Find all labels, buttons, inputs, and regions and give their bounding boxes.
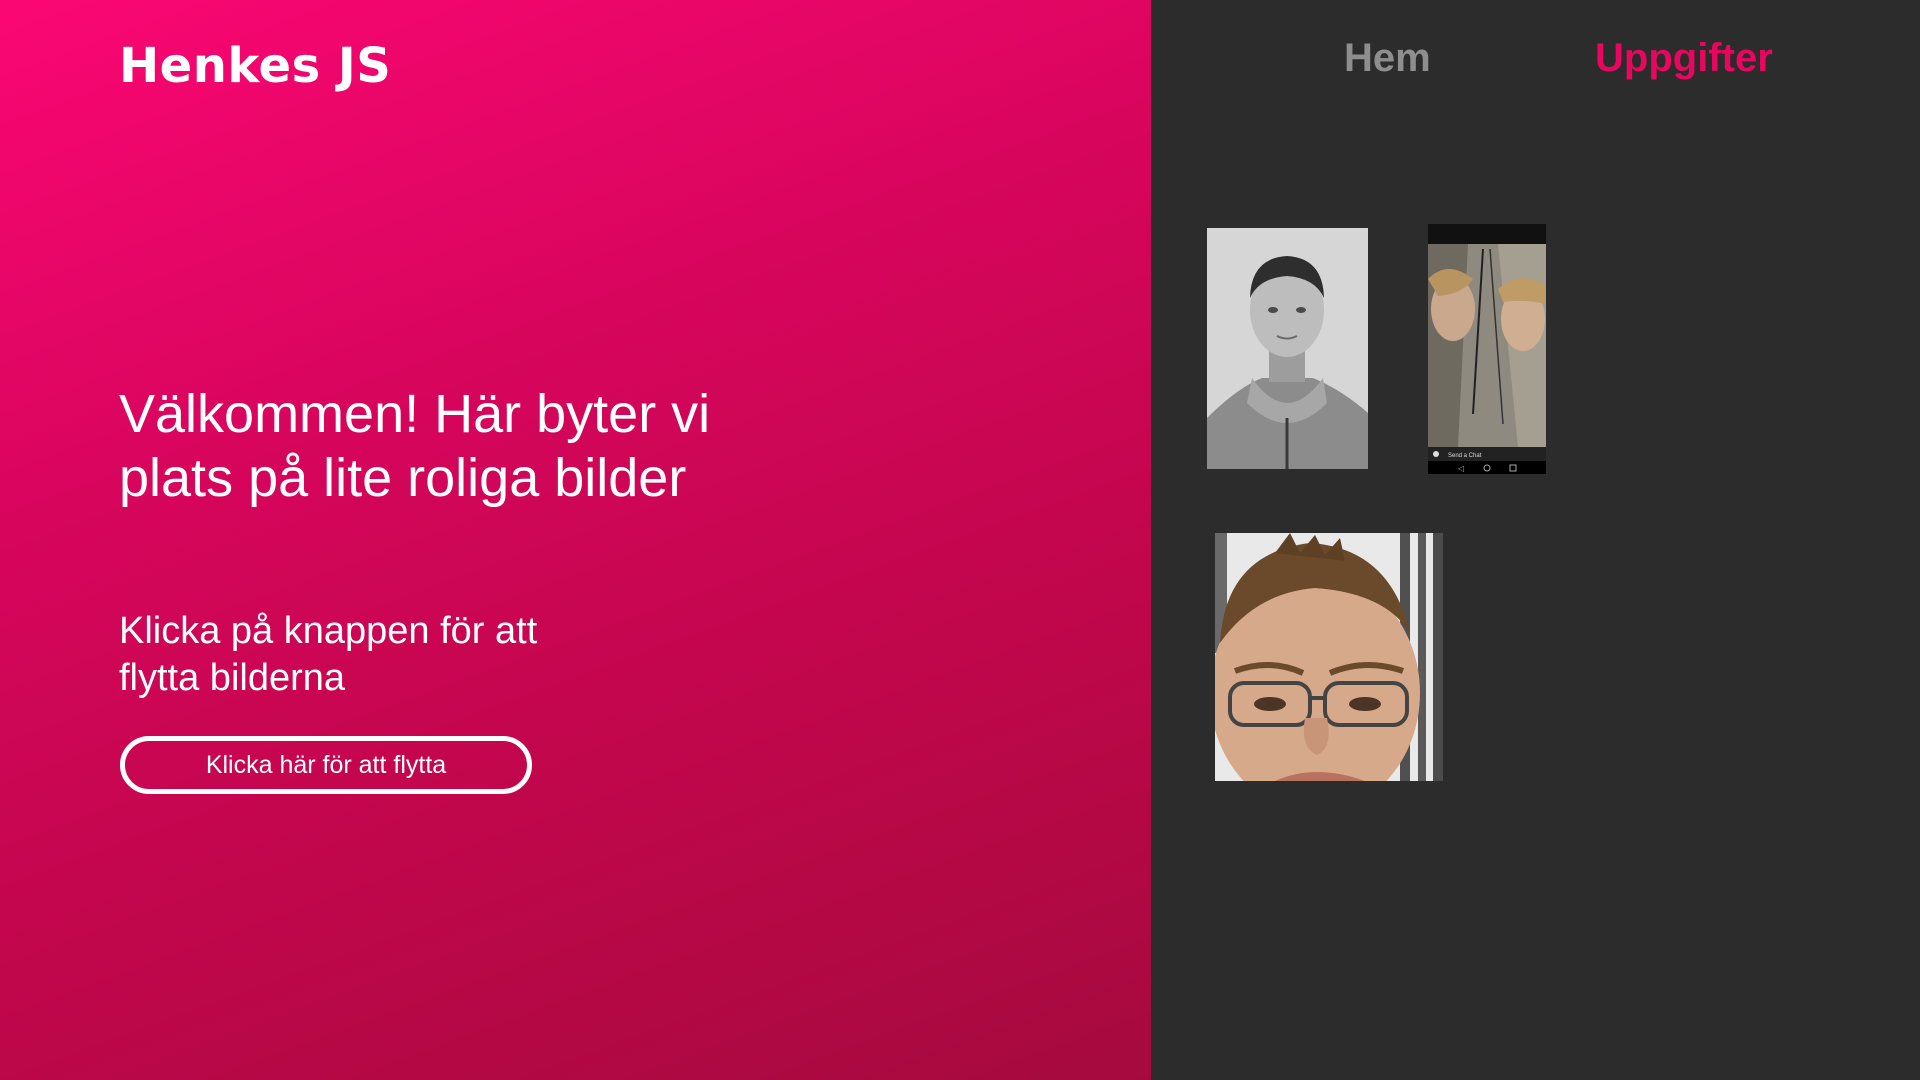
- svg-text:◁: ◁: [1457, 464, 1464, 473]
- nav-link-tasks[interactable]: Uppgifter: [1595, 36, 1773, 81]
- phone-chat-caption: Send a Chat: [1448, 453, 1482, 459]
- page: Henkes JS Välkommen! Här byter vi plats …: [0, 0, 1920, 1080]
- nav-link-home[interactable]: Hem: [1344, 36, 1431, 81]
- hero-subline: Klicka på knappen för att flytta bildern…: [119, 610, 538, 699]
- hero-panel: Henkes JS Välkommen! Här byter vi plats …: [0, 0, 1151, 1080]
- brand-logo-text[interactable]: Henkes JS: [119, 38, 391, 94]
- photo-portrait-man: [1207, 228, 1368, 469]
- move-images-button[interactable]: Klicka här för att flytta: [120, 736, 532, 794]
- photo-phone-screenshot: Send a Chat ◁: [1428, 224, 1546, 474]
- photo-closeup-face: [1215, 533, 1443, 781]
- hero-headline: Välkommen! Här byter vi plats på lite ro…: [119, 384, 711, 508]
